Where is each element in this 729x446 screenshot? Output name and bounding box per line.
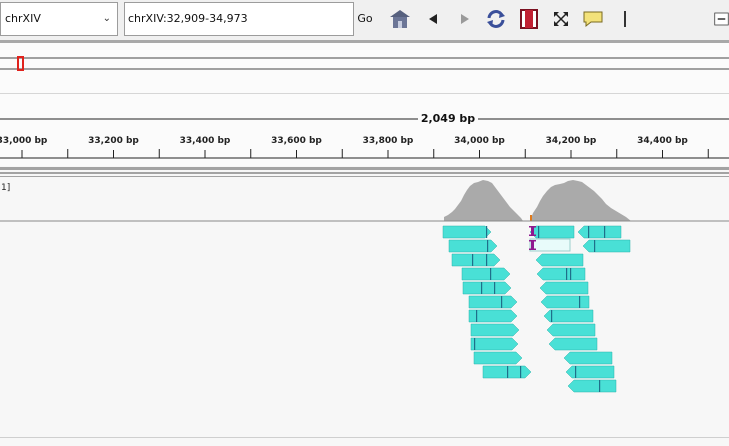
mismatch-marker — [474, 338, 476, 350]
go-button[interactable]: Go — [355, 2, 375, 36]
aligned-read — [577, 225, 622, 239]
ruler-track — [0, 94, 729, 166]
current-region-marker — [17, 56, 24, 71]
ruler-tick-label: 33,800 bp — [362, 136, 414, 146]
coverage-mismatch-marker — [530, 215, 532, 221]
mismatch-marker — [494, 282, 496, 294]
track-bottom-line — [0, 437, 729, 438]
aligned-read — [540, 295, 590, 309]
aligned-read — [563, 351, 613, 365]
aligned-read — [535, 253, 584, 267]
aligned-read — [470, 323, 520, 337]
divider — [614, 8, 636, 30]
back-icon[interactable] — [422, 8, 444, 30]
coverage-track[interactable] — [0, 177, 729, 222]
mismatch-marker — [538, 226, 540, 238]
aligned-read — [582, 239, 631, 253]
chromosome-dropdown[interactable]: chrXIV ⌄ — [0, 2, 118, 36]
ruler-tick-label: 34,400 bp — [637, 136, 688, 146]
mismatch-marker — [575, 366, 577, 378]
refresh-icon[interactable] — [485, 8, 507, 30]
partial-menu-icon[interactable] — [714, 8, 729, 30]
mismatch-marker — [551, 310, 553, 322]
region-of-interest-icon[interactable] — [518, 8, 540, 30]
mismatch-marker — [566, 268, 568, 280]
mismatch-marker — [476, 310, 478, 322]
aligned-read — [461, 267, 511, 281]
coverage-peak-right — [530, 180, 631, 221]
mismatch-marker — [599, 380, 601, 392]
aligned-read — [473, 351, 523, 365]
aligned-read — [448, 239, 498, 253]
ruler-tick-label: 34,000 bp — [454, 136, 505, 146]
aligned-read — [462, 281, 512, 295]
forward-icon[interactable] — [454, 8, 476, 30]
popup-text-icon[interactable] — [582, 8, 604, 30]
aligned-read — [548, 337, 598, 351]
chromosome-ideogram[interactable] — [0, 43, 729, 94]
aligned-read — [451, 253, 501, 267]
chromosome-value: chrXIV — [5, 12, 41, 25]
ruler-tick-label: 33,600 bp — [271, 136, 322, 146]
ruler-tick-label: 33,000 bp — [0, 136, 48, 146]
span-label: 2,049 bp — [420, 112, 476, 125]
mismatch-marker — [490, 268, 492, 280]
mismatch-marker — [588, 226, 590, 238]
aligned-read — [529, 225, 575, 239]
mismatch-marker — [501, 296, 503, 308]
aligned-read — [565, 365, 615, 379]
toolbar: chrXIV ⌄ chrXIV:32,909-34,973 Go — [0, 0, 729, 41]
aligned-read — [536, 267, 586, 281]
mismatch-marker — [604, 226, 606, 238]
panel-divider — [0, 167, 729, 170]
locus-input[interactable]: chrXIV:32,909-34,973 — [124, 2, 354, 36]
aligned-read — [468, 295, 518, 309]
ruler-tick-label: 34,200 bp — [545, 136, 597, 146]
home-icon[interactable] — [389, 8, 411, 30]
aligned-read — [470, 337, 519, 351]
panel-divider-2 — [0, 172, 729, 174]
mismatch-marker — [486, 254, 488, 266]
mismatch-marker — [472, 254, 474, 266]
mismatch-marker — [481, 282, 483, 294]
mismatch-marker — [520, 366, 522, 378]
mismatch-marker — [579, 296, 581, 308]
coverage-peak-left — [444, 180, 523, 221]
aligned-read — [546, 323, 596, 337]
ruler-tick-label: 33,200 bp — [88, 136, 139, 146]
mismatch-marker — [570, 268, 572, 280]
mismatch-marker — [507, 366, 509, 378]
mismatch-marker — [487, 240, 489, 252]
alignment-track[interactable] — [0, 222, 729, 446]
aligned-read — [567, 379, 617, 393]
resize-to-window-icon[interactable] — [550, 8, 572, 30]
chevron-down-icon: ⌄ — [102, 13, 111, 24]
mismatch-marker — [486, 226, 488, 238]
mismatch-marker — [594, 240, 596, 252]
aligned-read — [442, 225, 492, 239]
aligned-read — [539, 281, 589, 295]
ruler-tick-label: 33,400 bp — [179, 136, 231, 146]
